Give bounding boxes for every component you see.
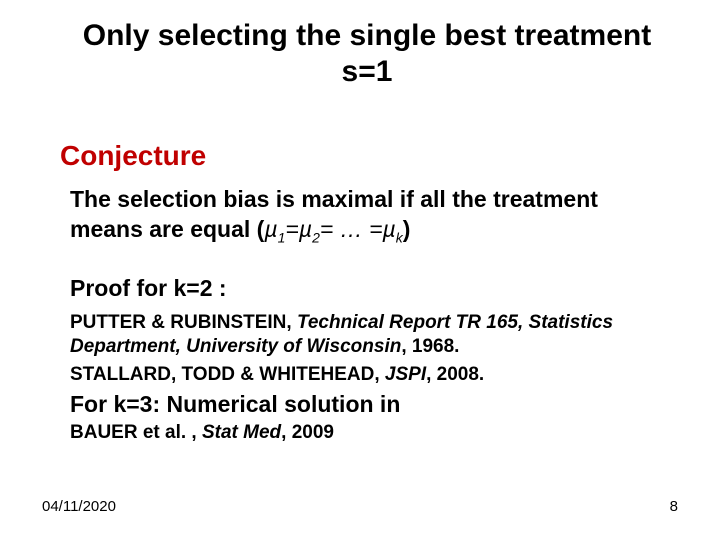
- slide: Only selecting the single best treatment…: [0, 0, 720, 540]
- mu-expression: µ1=µ2= … =µk: [264, 216, 402, 242]
- title-line-2: s=1: [342, 55, 393, 88]
- proof-heading: Proof for k=2 :: [70, 275, 227, 302]
- slide-title: Only selecting the single best treatment…: [54, 18, 680, 90]
- reference-2: STALLARD, TODD & WHITEHEAD, JSPI, 2008.: [70, 363, 660, 387]
- conjecture-statement: The selection bias is maximal if all the…: [70, 185, 660, 247]
- title-line-1: Only selecting the single best treatment: [83, 19, 651, 52]
- reference-1: PUTTER & RUBINSTEIN, Technical Report TR…: [70, 311, 660, 359]
- page-number: 8: [670, 498, 678, 515]
- statement-tail: ): [403, 216, 411, 242]
- for-k3-heading: For k=3: Numerical solution in: [70, 391, 400, 418]
- conjecture-heading: Conjecture: [60, 140, 206, 172]
- slide-date: 04/11/2020: [42, 498, 116, 515]
- reference-3: BAUER et al. , Stat Med, 2009: [70, 422, 334, 444]
